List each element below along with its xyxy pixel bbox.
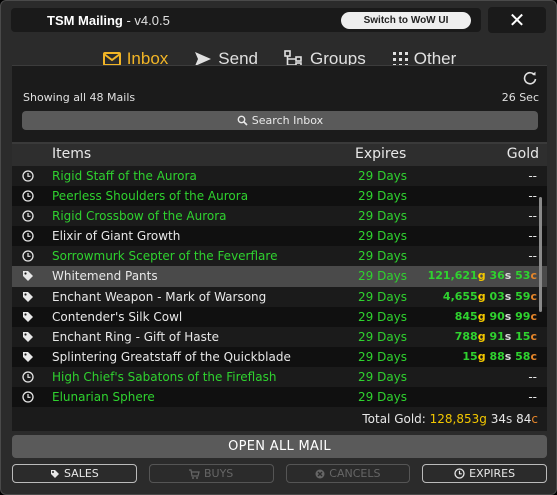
open-all-mail-button[interactable]: OPEN ALL MAIL — [12, 435, 547, 458]
tag-icon — [23, 311, 33, 322]
expires-value: 29 Days — [358, 369, 408, 384]
item-name: Elunarian Sphere — [52, 390, 155, 405]
clock-icon — [22, 391, 34, 403]
table-header: Items Expires Gold — [12, 144, 547, 166]
gold-value: 15g 88s 58c — [462, 349, 537, 363]
item-name: Sorrowmurk Scepter of the Feverflare — [52, 249, 278, 264]
close-icon: ✕ — [508, 8, 526, 32]
expires-value: 29 Days — [358, 249, 408, 264]
gold-value: -- — [528, 390, 537, 405]
tag-icon — [23, 351, 33, 362]
expires-button[interactable]: EXPIRES — [422, 464, 547, 483]
table-row[interactable]: Whitemend Pants 29 Days 121,621g 36s 53c — [12, 266, 547, 287]
gold-value: 121,621g 36s 53c — [427, 269, 537, 283]
cancel-icon — [315, 469, 325, 478]
mail-count-text: Showing all 48 Mails — [23, 91, 136, 104]
close-button[interactable]: ✕ — [488, 7, 546, 33]
clock-icon — [22, 210, 34, 222]
column-header-items[interactable]: Items — [52, 146, 91, 162]
gold-value: 788g 91s 15c — [454, 329, 537, 343]
expires-value: 29 Days — [358, 169, 408, 183]
table-row[interactable]: Rigid Staff of the Aurora 29 Days -- — [12, 166, 547, 187]
expires-value: 29 Days — [358, 309, 408, 324]
sales-button[interactable]: SALES — [12, 464, 137, 483]
refresh-icon[interactable] — [523, 71, 537, 85]
expires-value: 29 Days — [358, 209, 408, 224]
column-header-expires[interactable]: Expires — [355, 146, 406, 162]
table-row[interactable]: Splintering Greatstaff of the Quickblade… — [12, 346, 547, 367]
item-name: High Chief's Sabatons of the Fireflash — [52, 369, 277, 384]
buys-button[interactable]: BUYS — [148, 464, 274, 483]
item-name: Enchant Weapon - Mark of Warsong — [52, 289, 267, 304]
expires-value: 29 Days — [358, 269, 408, 284]
gold-value: -- — [528, 229, 537, 244]
table-row[interactable]: Enchant Ring - Gift of Haste 29 Days 788g … — [12, 326, 547, 347]
item-name: Enchant Ring - Gift of Haste — [52, 329, 219, 344]
clock-icon — [22, 250, 34, 263]
table-row[interactable]: Elunarian Sphere 29 Days -- — [12, 387, 547, 408]
search-icon — [237, 115, 248, 126]
expires-value: 29 Days — [358, 289, 408, 304]
gold-value: -- — [528, 209, 537, 224]
tag-icon — [23, 331, 33, 342]
gold-value: -- — [528, 189, 537, 204]
clock-icon — [22, 170, 34, 182]
scrollbar[interactable] — [539, 197, 542, 312]
gold-value: -- — [528, 369, 537, 384]
item-name: Rigid Crossbow of the Aurora — [52, 209, 227, 224]
table-row[interactable]: High Chief's Sabatons of the Fireflash 29… — [12, 366, 547, 388]
table-row[interactable]: Elixir of Giant Growth 29 Days -- — [12, 226, 547, 247]
tsm-mailing-window: TSM Mailing - v4.0.5 Switch to WoW UI ✕ … — [0, 0, 557, 495]
switch-to-wow-ui-button[interactable]: Switch to WoW UI — [341, 12, 471, 29]
filter-buttons: SALES BUYS CANCELS EXPIRES — [12, 464, 547, 483]
title-bar[interactable]: TSM Mailing - v4.0.5 Switch to WoW UI — [11, 8, 481, 32]
expires-value: 29 Days — [358, 229, 408, 244]
tag-icon — [23, 271, 33, 282]
expires-value: 29 Days — [358, 329, 408, 344]
expires-value: 29 Days — [358, 390, 408, 405]
total-gold: Total Gold: 128,853g 34s 84c — [362, 412, 538, 426]
item-name: Peerless Shoulders of the Aurora — [52, 189, 249, 204]
clock-icon — [22, 190, 34, 202]
gold-value: -- — [528, 169, 537, 183]
gold-value: 4,655g 03s 59c — [442, 289, 537, 303]
item-name: Splintering Greatstaff of the Quickblade — [52, 349, 291, 364]
gold-value: 845g 90s 99c — [454, 309, 537, 323]
search-placeholder: Search Inbox — [251, 114, 324, 127]
window-title: TSM Mailing - v4.0.5 — [47, 12, 170, 28]
tag-icon — [23, 291, 33, 302]
expires-value: 29 Days — [358, 189, 408, 204]
item-name: Elixir of Giant Growth — [52, 229, 181, 244]
table-row[interactable]: Peerless Shoulders of the Aurora 29 Days -… — [12, 186, 547, 207]
table-row[interactable]: Enchant Weapon - Mark of Warsong 29 Days 4… — [12, 286, 547, 307]
search-input[interactable]: Search Inbox — [22, 111, 538, 130]
mail-list: Rigid Staff of the Aurora 29 Days -- Peerle… — [12, 166, 547, 408]
item-name: Rigid Staff of the Aurora — [52, 169, 197, 183]
clock-icon — [454, 468, 465, 479]
envelope-icon — [102, 52, 121, 66]
item-name: Contender's Silk Cowl — [52, 309, 183, 324]
table-row[interactable]: Sorrowmurk Scepter of the Feverflare 29 D… — [12, 246, 547, 267]
clock-icon — [22, 371, 34, 383]
cart-icon — [188, 468, 200, 479]
total-gold-value: 128,853 — [429, 412, 480, 426]
item-name: Whitemend Pants — [52, 269, 158, 284]
table-row[interactable]: Rigid Crossbow of the Aurora 29 Days -- — [12, 206, 547, 227]
tag-icon — [50, 469, 59, 478]
column-header-gold[interactable]: Gold — [507, 146, 539, 162]
refresh-timer: 26 Sec — [501, 91, 539, 104]
expires-value: 29 Days — [358, 349, 408, 364]
clock-icon — [22, 230, 34, 242]
table-row[interactable]: Contender's Silk Cowl 29 Days 845g 90s 99c — [12, 306, 547, 327]
gold-value: -- — [528, 249, 537, 264]
cancels-button[interactable]: CANCELS — [285, 464, 411, 483]
